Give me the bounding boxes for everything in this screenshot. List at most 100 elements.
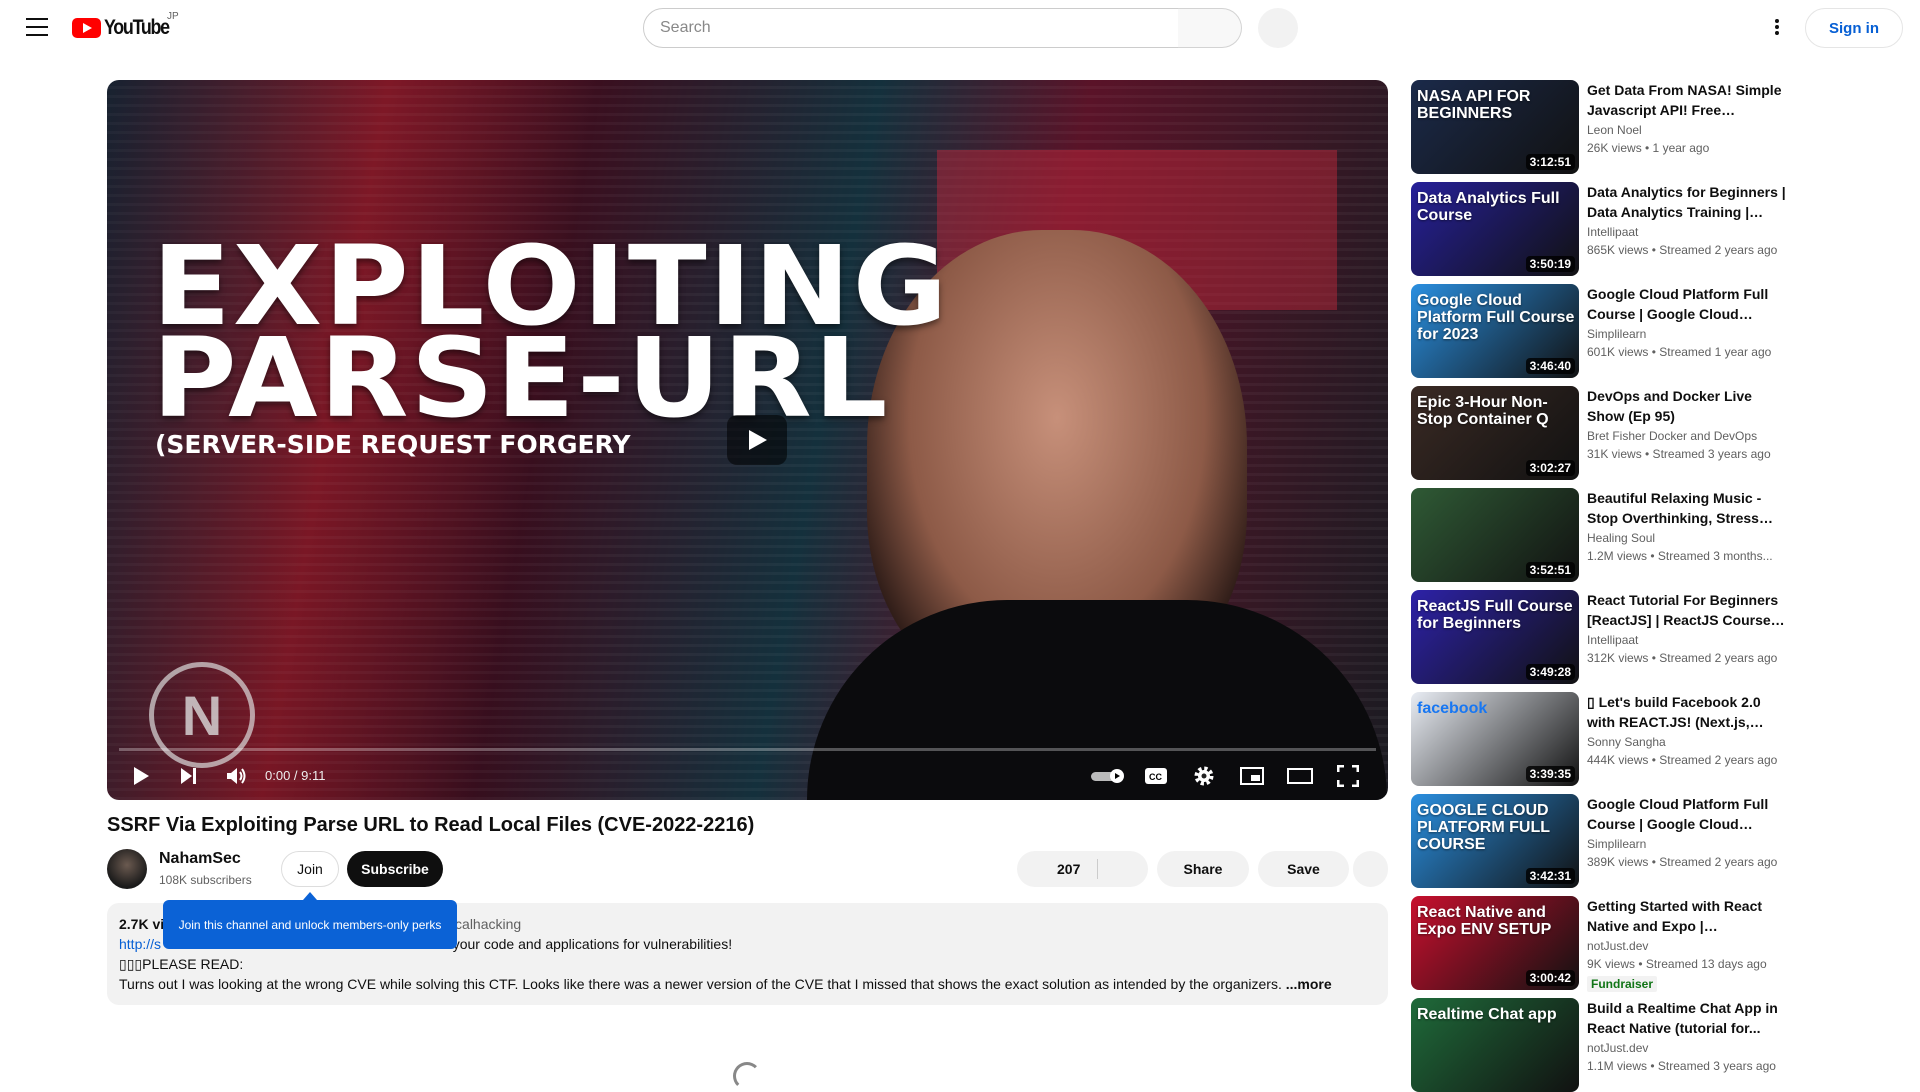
recommendation-channel[interactable]: Healing Soul (1587, 531, 1655, 545)
show-more-button[interactable]: ...more (1286, 976, 1332, 992)
channel-watermark[interactable]: N (149, 662, 255, 768)
recommendation-item[interactable]: ReactJS Full Course for Beginners 3:49:2… (1411, 590, 1891, 684)
channel-name[interactable]: NahamSec (159, 850, 241, 868)
more-actions-button[interactable] (1353, 851, 1388, 887)
thumbnail-subtitle: (SERVER-SIDE REQUEST FORGERY (155, 430, 631, 459)
autoplay-toggle[interactable] (1091, 764, 1127, 788)
fullscreen-icon[interactable] (1333, 764, 1363, 788)
thumbnail-text: GOOGLE CLOUD PLATFORM FULL COURSE (1417, 802, 1550, 853)
thumbnail-text: Data Analytics Full Course (1417, 190, 1560, 224)
recommendation-channel[interactable]: notJust.dev (1587, 939, 1648, 953)
duration-badge: 3:39:35 (1525, 766, 1575, 782)
captions-icon[interactable]: CC (1141, 764, 1171, 788)
thumbnail-text: Google Cloud Platform Full Course for 20… (1417, 292, 1575, 343)
recommendation-title[interactable]: Build a Realtime Chat App in React Nativ… (1587, 998, 1787, 1038)
thumbnail-text: Epic 3-Hour Non-Stop Container Q (1417, 394, 1549, 428)
menu-button[interactable] (26, 18, 48, 36)
settings-menu-icon[interactable] (1770, 17, 1784, 37)
recommendation-item[interactable]: Google Cloud Platform Full Course for 20… (1411, 284, 1891, 378)
description-line: n your code and applications for vulnera… (441, 936, 733, 952)
recommendation-title[interactable]: Google Cloud Platform Full Course | Goog… (1587, 284, 1787, 324)
youtube-play-icon (72, 18, 101, 38)
recommendation-thumbnail[interactable]: facebook 3:39:35 (1411, 692, 1579, 786)
duration-badge: 3:52:51 (1525, 562, 1575, 578)
recommendation-channel[interactable]: notJust.dev (1587, 1041, 1648, 1055)
recommendation-channel[interactable]: Intellipaat (1587, 633, 1638, 647)
recommendation-title[interactable]: React Tutorial For Beginners [ReactJS] |… (1587, 590, 1787, 630)
channel-avatar[interactable] (107, 849, 147, 889)
recommendation-thumbnail[interactable]: NASA API FOR BEGINNERS 3:12:51 (1411, 80, 1579, 174)
recommendation-item[interactable]: NASA API FOR BEGINNERS 3:12:51 Get Data … (1411, 80, 1891, 174)
recommendation-channel[interactable]: Sonny Sangha (1587, 735, 1666, 749)
recommendation-meta: 312K views • Streamed 2 years ago (1587, 651, 1778, 665)
thumbnail-text: ReactJS Full Course for Beginners (1417, 598, 1573, 632)
recommendation-meta: 601K views • Streamed 1 year ago (1587, 345, 1772, 359)
join-button[interactable]: Join (281, 851, 339, 887)
recommendation-channel[interactable]: Simplilearn (1587, 327, 1646, 341)
thumbnail-text: NASA API FOR BEGINNERS (1417, 88, 1531, 122)
recommendation-thumbnail[interactable]: Data Analytics Full Course 3:50:19 (1411, 182, 1579, 276)
recommendation-thumbnail[interactable]: 3:52:51 (1411, 488, 1579, 582)
recommendation-title[interactable]: DevOps and Docker Live Show (Ep 95) (1587, 386, 1787, 426)
description-line: Turns out I was looking at the wrong CVE… (119, 976, 1282, 992)
duration-badge: 3:00:42 (1525, 970, 1575, 986)
description-link[interactable]: http://s (119, 936, 161, 952)
recommendation-thumbnail[interactable]: Epic 3-Hour Non-Stop Container Q 3:02:27 (1411, 386, 1579, 480)
miniplayer-icon[interactable] (1237, 764, 1267, 788)
view-count: 2.7K vi (119, 916, 165, 932)
recommendation-item[interactable]: Realtime Chat app Build a Realtime Chat … (1411, 998, 1891, 1092)
recommendation-title[interactable]: Get Data From NASA! Simple Javascript AP… (1587, 80, 1787, 120)
like-button[interactable]: 207 (1017, 851, 1148, 887)
recommendation-title[interactable]: Getting Started with React Native and Ex… (1587, 896, 1787, 936)
recommendation-channel[interactable]: Simplilearn (1587, 837, 1646, 851)
recommendation-meta: 865K views • Streamed 2 years ago (1587, 243, 1778, 257)
duration-badge: 3:49:28 (1525, 664, 1575, 680)
recommendation-item[interactable]: Epic 3-Hour Non-Stop Container Q 3:02:27… (1411, 386, 1891, 480)
progress-bar[interactable] (119, 748, 1376, 751)
subscribe-button[interactable]: Subscribe (347, 851, 443, 887)
next-icon[interactable] (177, 764, 201, 788)
recommendation-channel[interactable]: Bret Fisher Docker and DevOps (1587, 429, 1757, 443)
recommendation-title[interactable]: Beautiful Relaxing Music - Stop Overthin… (1587, 488, 1787, 528)
voice-search-button[interactable] (1258, 8, 1298, 48)
recommendation-item[interactable]: 3:52:51 Beautiful Relaxing Music - Stop … (1411, 488, 1891, 582)
recommendation-title[interactable]: Data Analytics for Beginners | Data Anal… (1587, 182, 1787, 222)
duration-badge: 3:46:40 (1525, 358, 1575, 374)
thumbnail-text: facebook (1417, 700, 1488, 717)
recommendation-channel[interactable]: Leon Noel (1587, 123, 1642, 137)
thumbnail-title: EXPLOITING PARSE-URL (152, 222, 950, 442)
recommendation-title[interactable]: Google Cloud Platform Full Course | Goog… (1587, 794, 1787, 834)
recommendation-item[interactable]: facebook 3:39:35 ▯ Let's build Facebook … (1411, 692, 1891, 786)
volume-icon[interactable] (224, 764, 250, 788)
recommendation-title[interactable]: ▯ Let's build Facebook 2.0 with REACT.JS… (1587, 692, 1787, 732)
recommendation-thumbnail[interactable]: ReactJS Full Course for Beginners 3:49:2… (1411, 590, 1579, 684)
search-button[interactable] (1178, 8, 1242, 48)
loading-spinner (733, 1062, 761, 1090)
save-button[interactable]: Save (1258, 851, 1349, 887)
settings-gear-icon[interactable] (1189, 764, 1219, 788)
video-player[interactable]: EXPLOITING PARSE-URL (SERVER-SIDE REQUEST… (107, 80, 1388, 800)
large-play-button[interactable] (727, 415, 787, 465)
time-display: 0:00 / 9:11 (265, 768, 326, 783)
share-button[interactable]: Share (1157, 851, 1249, 887)
recommendation-thumbnail[interactable]: React Native and Expo ENV SETUP 3:00:42 (1411, 896, 1579, 990)
recommendation-thumbnail[interactable]: GOOGLE CLOUD PLATFORM FULL COURSE 3:42:3… (1411, 794, 1579, 888)
recommendation-channel[interactable]: Intellipaat (1587, 225, 1638, 239)
recommendation-thumbnail[interactable]: Realtime Chat app (1411, 998, 1579, 1092)
sign-in-button[interactable]: Sign in (1805, 8, 1903, 48)
country-code: JP (167, 11, 179, 22)
duration-badge: 3:50:19 (1525, 256, 1575, 272)
recommendation-item[interactable]: React Native and Expo ENV SETUP 3:00:42 … (1411, 896, 1891, 992)
like-count: 207 (1057, 861, 1081, 877)
recommendation-item[interactable]: GOOGLE CLOUD PLATFORM FULL COURSE 3:42:3… (1411, 794, 1891, 888)
play-icon[interactable] (129, 764, 153, 788)
search-input[interactable] (643, 8, 1179, 48)
thumbnail-text: React Native and Expo ENV SETUP (1417, 904, 1552, 938)
theater-mode-icon[interactable] (1285, 764, 1315, 788)
duration-badge: 3:12:51 (1525, 154, 1575, 170)
recommendation-meta: 1.2M views • Streamed 3 months... (1587, 549, 1773, 563)
recommendation-item[interactable]: Data Analytics Full Course 3:50:19 Data … (1411, 182, 1891, 276)
recommendation-meta: 1.1M views • Streamed 3 years ago (1587, 1059, 1776, 1073)
youtube-logo[interactable]: YouTube JP (72, 11, 180, 40)
recommendation-thumbnail[interactable]: Google Cloud Platform Full Course for 20… (1411, 284, 1579, 378)
